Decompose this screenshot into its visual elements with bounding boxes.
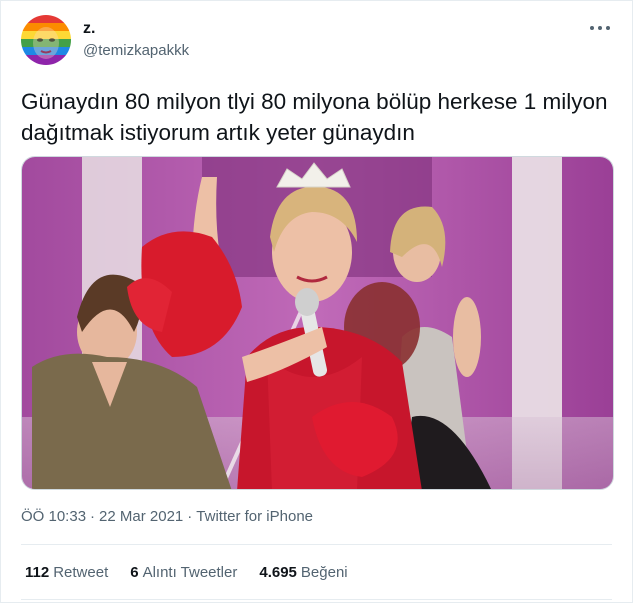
retweets-label: Retweet [53,564,109,581]
tweet-media-photo[interactable] [21,156,614,490]
avatar-face-icon [33,27,59,59]
likes-count: 4.695 [259,564,297,581]
tweet-header: z. @temizkapakkk [21,15,616,71]
more-dot [606,26,610,30]
meta-separator: · [90,508,96,525]
meta-separator: · [187,508,193,525]
tweet-source[interactable]: Twitter for iPhone [196,508,313,525]
retweets-count: 112 [25,564,50,581]
divider [21,599,612,600]
author-display-name[interactable]: z. [83,19,189,39]
avatar[interactable] [21,15,71,65]
tweet-meta: ÖÖ 10:33 · 22 Mar 2021 · Twitter for iPhone [21,507,313,527]
author-names: z. @temizkapakkk [83,19,189,61]
more-dot [598,26,602,30]
more-options-icon[interactable] [590,21,610,35]
likes-label: Beğeni [300,564,348,581]
tweet-card: z. @temizkapakkk Günaydın 80 milyon tlyi… [0,0,633,603]
tweet-date[interactable]: 22 Mar 2021 [99,508,183,525]
author-handle[interactable]: @temizkapakkk [83,41,189,61]
more-dot [590,26,594,30]
divider [21,544,612,545]
quotes-stat[interactable]: 6 Alıntı Tweetler [130,563,237,583]
retweets-stat[interactable]: 112 Retweet [25,563,108,583]
tweet-stats: 112 Retweet 6 Alıntı Tweetler 4.695 Beğeni [25,563,370,583]
likes-stat[interactable]: 4.695 Beğeni [259,563,347,583]
quotes-count: 6 [130,564,139,581]
tweet-time[interactable]: ÖÖ 10:33 [21,508,86,525]
tweet-text: Günaydın 80 milyon tlyi 80 milyona bölüp… [21,89,608,145]
photo-image [22,157,613,489]
quotes-label: Alıntı Tweetler [142,564,238,581]
